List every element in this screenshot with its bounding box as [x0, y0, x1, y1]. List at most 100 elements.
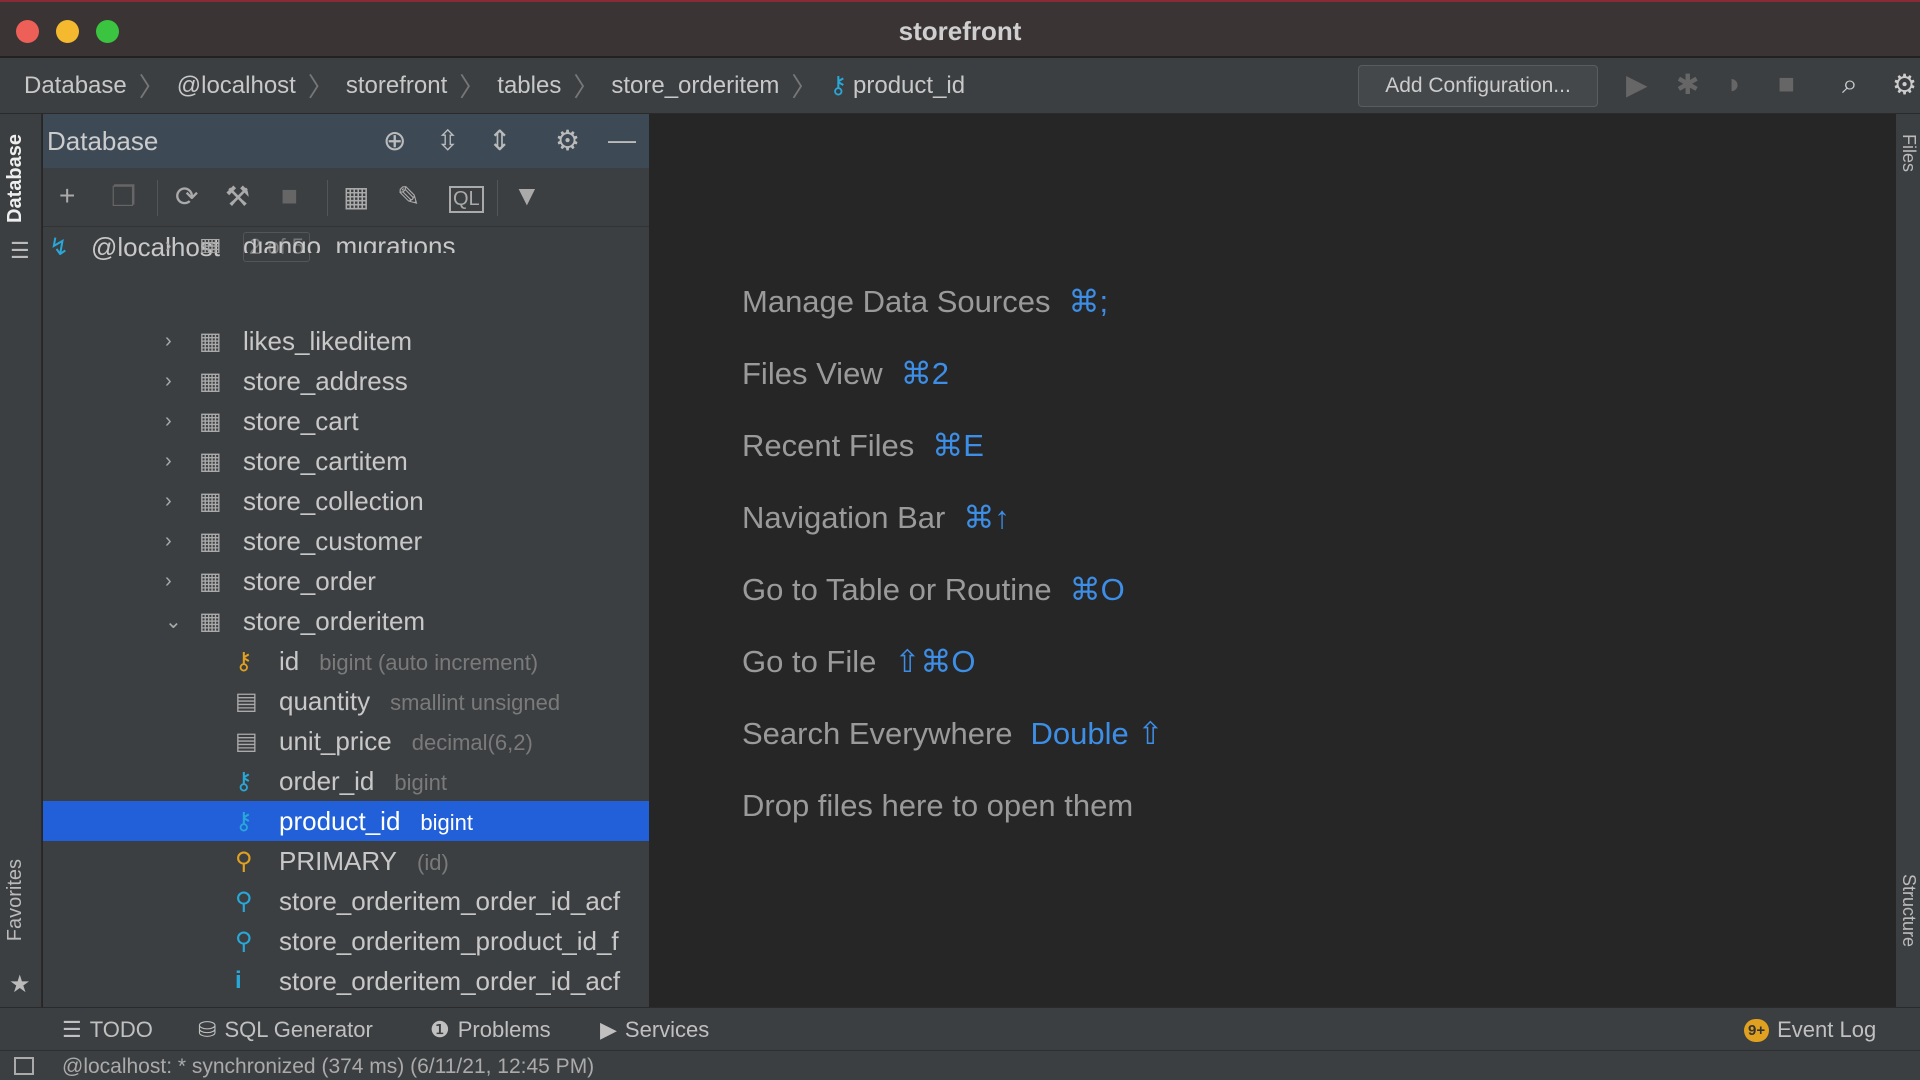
welcome-label: Recent Files — [742, 428, 915, 463]
chevron-right-icon[interactable]: › — [165, 570, 172, 593]
tree-item[interactable]: › ▦ store_collection — [43, 481, 649, 521]
todo-tab[interactable]: ☰ TODO — [62, 1017, 153, 1043]
chevron-right-icon[interactable]: › — [165, 239, 172, 253]
collapse-all-icon[interactable]: ⇕ — [488, 124, 511, 157]
welcome-action[interactable]: Go to Table or Routine ⌘O — [742, 572, 1125, 608]
welcome-action[interactable]: Files View ⌘2 — [742, 356, 949, 392]
foreign-key-icon: ⚲ — [235, 927, 253, 955]
tree-item[interactable]: ▤ quantity smallint unsigned — [43, 681, 649, 721]
status-bar: @localhost: * synchronized (374 ms) (6/1… — [0, 1050, 1920, 1080]
event-log-tab[interactable]: 9+ Event Log — [1744, 1017, 1876, 1043]
gear-icon[interactable]: ⚙ — [555, 124, 580, 157]
welcome-action[interactable]: Go to File ⇧⌘O — [742, 644, 975, 680]
side-tab-structure[interactable]: Structure — [1898, 874, 1919, 947]
toggle-tool-windows-icon[interactable] — [14, 1057, 34, 1075]
breadcrumb-database[interactable]: Database — [24, 72, 127, 100]
tree-item-label: store_customer — [243, 525, 423, 556]
tree-item-label: store_orderitem_order_id_acf — [279, 965, 621, 996]
tree-item[interactable]: ⚷ product_id bigint — [43, 801, 649, 841]
chevron-right-icon[interactable]: › — [165, 370, 172, 393]
side-tab-database[interactable]: Database — [4, 134, 27, 223]
welcome-action[interactable]: Navigation Bar ⌘↑ — [742, 500, 1010, 536]
run-icon[interactable]: ▶ — [1626, 68, 1648, 101]
duplicate-icon[interactable]: ❐ — [111, 180, 136, 213]
divider — [157, 180, 158, 216]
welcome-action[interactable]: Recent Files ⌘E — [742, 428, 984, 464]
tree-item[interactable]: › ▦ store_cartitem — [43, 441, 649, 481]
welcome-action[interactable]: Search Everywhere Double ⇧ — [742, 716, 1163, 752]
tree-item[interactable]: › ▦ store_customer — [43, 521, 649, 561]
tree-item-label: store_orderitem — [243, 605, 426, 636]
tree-item[interactable]: i store_orderitem_order_id_acf — [43, 961, 649, 1001]
tree-item[interactable]: ⚲ store_orderitem_order_id_acf — [43, 881, 649, 921]
star-icon: ★ — [9, 971, 31, 998]
chevron-right-icon[interactable]: › — [165, 530, 172, 553]
add-icon[interactable]: + — [59, 180, 75, 212]
tree-item[interactable]: › ▦ likes_likeditem — [43, 321, 649, 361]
side-tab-favorites[interactable]: Favorites — [4, 859, 27, 941]
properties-icon[interactable]: ⚒ — [225, 180, 250, 213]
sql-generator-label: SQL Generator — [224, 1017, 373, 1042]
tree-item[interactable]: ⚷ id bigint (auto increment) — [43, 641, 649, 681]
tree-item-label: likes_likeditem — [243, 325, 413, 356]
console-icon[interactable]: QL — [449, 186, 484, 213]
tree-item[interactable]: › ▦ store_cart — [43, 401, 649, 441]
tree-item[interactable]: › ▦ django_migrations — [43, 239, 649, 253]
coverage-icon[interactable]: ◗ — [1726, 68, 1743, 100]
gear-icon[interactable]: ⚙ — [1892, 68, 1917, 101]
tree-item[interactable]: ⌄ ▦ store_orderitem — [43, 601, 649, 641]
side-tab-files[interactable]: Files — [1898, 134, 1919, 172]
chevron-right-icon[interactable]: › — [165, 410, 172, 433]
list-icon: ☰ — [62, 1017, 82, 1042]
tree-item[interactable]: ▤ unit_price decimal(6,2) — [43, 721, 649, 761]
column-type: smallint unsigned — [390, 689, 561, 715]
stop-icon[interactable]: ■ — [1778, 68, 1795, 100]
breadcrumb-localhost[interactable]: @localhost — [177, 72, 296, 100]
divider — [327, 180, 328, 216]
table-icon: ▦ — [199, 487, 222, 515]
chevron-right-icon[interactable]: › — [165, 330, 172, 353]
locate-icon[interactable]: ⊕ — [383, 124, 406, 157]
tree-item-label: store_collection — [243, 485, 424, 516]
tree-item[interactable]: › ▦ store_address — [43, 361, 649, 401]
tree-item-label: store_cart — [243, 405, 359, 436]
expand-all-icon[interactable]: ⇳ — [436, 124, 459, 157]
filter-icon[interactable]: ▼ — [513, 180, 541, 212]
breadcrumb-store-orderitem[interactable]: store_orderitem — [611, 72, 779, 100]
shortcut: ⇧⌘O — [894, 644, 976, 679]
column-type: bigint (auto increment) — [319, 649, 539, 675]
sql-generator-tab[interactable]: ⛁ SQL Generator — [198, 1017, 373, 1043]
table-icon: ▦ — [199, 407, 222, 435]
debug-icon[interactable]: ✱ — [1676, 68, 1699, 101]
column-type: decimal(6,2) — [411, 729, 533, 755]
stop-icon[interactable]: ■ — [281, 180, 298, 212]
shortcut: ⌘↑ — [963, 500, 1010, 535]
add-configuration-button[interactable]: Add Configuration... — [1358, 65, 1598, 107]
table-icon[interactable]: ▦ — [343, 180, 369, 213]
breadcrumb-tables[interactable]: tables — [497, 72, 561, 100]
tree-item-label: order_id bigint — [279, 765, 447, 796]
search-icon[interactable]: ⌕ — [1842, 68, 1858, 101]
services-label: Services — [624, 1017, 710, 1042]
refresh-icon[interactable]: ⟳ — [175, 180, 198, 213]
tree-item[interactable]: ⚲ store_orderitem_product_id_f — [43, 921, 649, 961]
tree-item[interactable]: ⚷ order_id bigint — [43, 761, 649, 801]
problems-tab[interactable]: ❶ Problems — [430, 1017, 551, 1043]
edit-icon[interactable]: ✎ — [397, 180, 420, 213]
tree-item[interactable]: › ▦ store_order — [43, 561, 649, 601]
welcome-action[interactable]: Manage Data Sources ⌘; — [742, 284, 1108, 320]
chevron-down-icon[interactable]: ⌄ — [165, 609, 182, 634]
welcome-action[interactable]: Drop files here to open them — [742, 788, 1133, 824]
left-tool-strip: Database ☰ Favorites ★ — [0, 114, 42, 1007]
breadcrumb-separator: 〉 — [307, 72, 334, 102]
breadcrumb-storefront[interactable]: storefront — [346, 72, 447, 100]
chevron-right-icon[interactable]: › — [165, 490, 172, 513]
services-tab[interactable]: ▶ Services — [600, 1017, 709, 1043]
hide-icon[interactable]: — — [608, 124, 636, 156]
breadcrumb-product-id[interactable]: product_id — [853, 72, 965, 100]
tree-item[interactable]: ⚲ PRIMARY (id) — [43, 841, 649, 881]
chevron-right-icon[interactable]: › — [165, 450, 172, 473]
welcome-label: Navigation Bar — [742, 500, 946, 535]
right-tool-strip: Files Structure — [1896, 114, 1920, 1007]
table-icon: ▦ — [199, 447, 222, 475]
